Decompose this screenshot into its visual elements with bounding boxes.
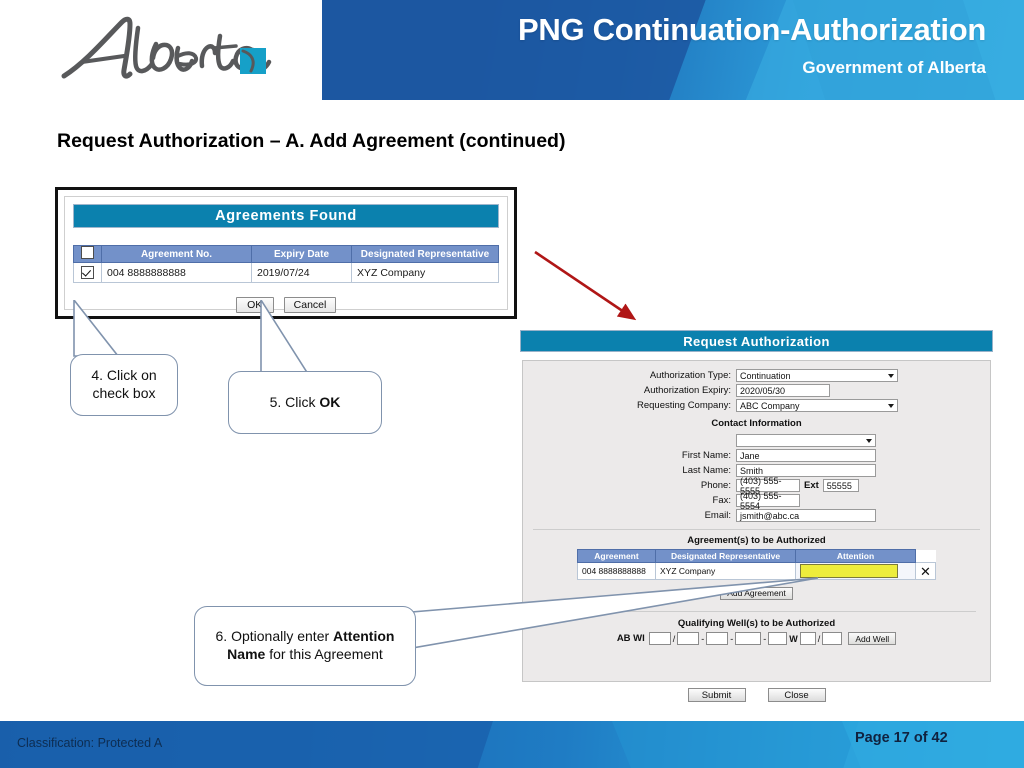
agreements-found-inner: Agreements Found Agreement No. Expiry Da…: [64, 196, 508, 313]
authorization-expiry-input[interactable]: 2020/05/30: [736, 384, 830, 397]
close-button[interactable]: Close: [767, 688, 826, 702]
label-phone: Phone:: [700, 480, 731, 491]
contact-information-heading: Contact Information: [711, 418, 802, 429]
ext-input[interactable]: 55555: [822, 479, 859, 492]
field-row-email: Email: jsmith@abc.ca: [523, 509, 990, 522]
requesting-company-select[interactable]: ABC Company: [736, 399, 898, 412]
field-row-fax: Fax: (403) 555-5554: [523, 491, 990, 511]
column-header-expiry-date: Expiry Date: [251, 245, 352, 263]
header-title: PNG Continuation-Authorization: [518, 12, 986, 47]
field-row-contact-select: [523, 434, 990, 447]
label-requesting-company: Requesting Company:: [637, 400, 731, 411]
contact-select[interactable]: [736, 434, 876, 447]
cell-expiry-date: 2019/07/24: [251, 262, 352, 283]
callout-step-6-prefix: 6. Optionally enter: [215, 628, 334, 645]
column-header-agreement-no: Agreement No.: [101, 245, 252, 263]
header-subtitle: Government of Alberta: [802, 58, 986, 77]
callout-step-5-bold: OK: [319, 393, 341, 410]
agreements-found-table: Agreement No. Expiry Date Designated Rep…: [73, 245, 499, 283]
header-text-group: PNG Continuation-Authorization Governmen…: [322, 0, 986, 100]
field-row-first-name: First Name: Jane: [523, 449, 990, 462]
agreements-to-authorize-heading: Agreement(s) to be Authorized: [687, 535, 826, 546]
page-title: Request Authorization – A. Add Agreement…: [57, 130, 566, 152]
row-select-cell[interactable]: [73, 262, 102, 283]
fax-input[interactable]: (403) 555-5554: [736, 491, 800, 511]
callout-step-6-text: 6. Optionally enter Attention Name for t…: [203, 628, 407, 664]
field-row-authorization-type: Authorization Type: Continuation: [523, 369, 990, 382]
remove-agreement-icon[interactable]: ✕: [920, 565, 931, 578]
submit-button[interactable]: Submit: [687, 688, 746, 702]
chevron-down-icon: [888, 373, 894, 378]
select-all-checkbox[interactable]: [81, 246, 94, 259]
first-name-input[interactable]: Jane: [736, 449, 876, 462]
callout-step-4: 4. Click on check box: [70, 354, 178, 416]
footer-decor-shape-mid: [599, 721, 879, 768]
chevron-down-icon: [888, 403, 894, 408]
section-divider-agreements: [533, 529, 980, 530]
cell-designated-representative: XYZ Company: [351, 262, 499, 283]
label-email: Email:: [704, 510, 731, 521]
requesting-company-value: ABC Company: [740, 400, 800, 411]
table-row[interactable]: 004 8888888888 2019/07/24 XYZ Company: [73, 262, 499, 283]
column-header-remove: [915, 549, 936, 563]
label-first-name: First Name:: [681, 450, 731, 461]
alberta-logo-swoosh-icon: [241, 49, 255, 73]
callout-step-5: 5. Click OK: [228, 371, 382, 434]
page-number-label: Page 17 of 42: [855, 730, 948, 746]
table-header-row: Agreement No. Expiry Date Designated Rep…: [73, 245, 499, 263]
callout-step-6: 6. Optionally enter Attention Name for t…: [194, 606, 416, 686]
alberta-logo-square-icon: [240, 48, 266, 74]
field-row-requesting-company: Requesting Company: ABC Company: [523, 399, 990, 412]
request-authorization-button-row: Submit Close: [520, 688, 993, 702]
callout-5-tail: [260, 300, 310, 375]
email-input[interactable]: jsmith@abc.ca: [736, 509, 876, 522]
label-fax: Fax:: [712, 495, 731, 506]
column-header-designated-representative: Designated Representative: [351, 245, 499, 263]
authorization-type-select[interactable]: Continuation: [736, 369, 898, 382]
callout-step-6-suffix: for this Agreement: [265, 646, 383, 662]
add-well-button[interactable]: Add Well: [848, 632, 897, 645]
cell-remove[interactable]: ✕: [915, 562, 936, 580]
select-all-header[interactable]: [73, 245, 102, 263]
chevron-down-icon: [866, 438, 872, 443]
row-checkbox[interactable]: [81, 266, 94, 279]
label-ext: Ext: [804, 480, 819, 491]
alberta-wordmark-icon: [61, 16, 272, 79]
header-banner: PNG Continuation-Authorization Governmen…: [322, 0, 1024, 100]
callout-6-tail: [411, 577, 819, 649]
label-authorization-type: Authorization Type:: [649, 370, 731, 381]
label-authorization-expiry: Authorization Expiry:: [643, 385, 731, 396]
field-row-authorization-expiry: Authorization Expiry: 2020/05/30: [523, 384, 990, 397]
red-arrow-connector: [534, 250, 637, 321]
label-last-name: Last Name:: [682, 465, 731, 476]
callout-step-4-text: 4. Click on check box: [91, 367, 157, 401]
authorization-type-value: Continuation: [740, 370, 791, 381]
alberta-logo: [56, 14, 306, 86]
agreements-found-title: Agreements Found: [73, 204, 499, 228]
footer-bar: Classification: Protected A Page 17 of 4…: [0, 721, 1024, 768]
callout-4-tail: [73, 300, 120, 357]
callout-step-5-prefix: 5. Click: [269, 393, 320, 410]
contact-information-group: First Name: Jane Last Name: Smith Phone:…: [523, 434, 990, 522]
callout-step-5-text: 5. Click OK: [270, 394, 341, 412]
classification-label: Classification: Protected A: [17, 736, 163, 750]
cell-agreement-no: 004 8888888888: [101, 262, 252, 283]
